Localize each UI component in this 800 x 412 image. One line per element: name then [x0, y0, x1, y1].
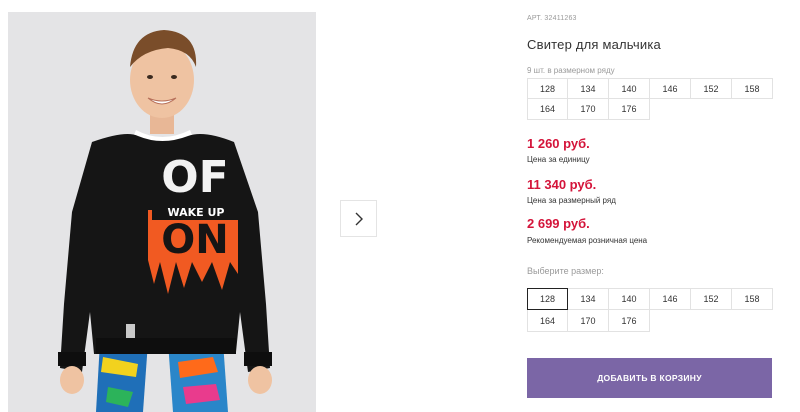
sweater-print-bottom: ON: [161, 217, 229, 263]
pack-size-cell: 152: [691, 78, 732, 99]
gallery-next-button[interactable]: [340, 200, 377, 237]
pack-size-cell: 134: [568, 78, 609, 99]
pack-size-note: 9 шт. в размерном ряду: [527, 66, 615, 75]
size-option-140[interactable]: 140: [609, 288, 650, 310]
add-to-cart-button[interactable]: ДОБАВИТЬ В КОРЗИНУ: [527, 358, 772, 398]
unit-price-label: Цена за единицу: [527, 155, 590, 164]
pack-price-label: Цена за размерный ряд: [527, 196, 616, 205]
pack-size-cell: 164: [527, 99, 568, 120]
product-photo[interactable]: OF WAKE UP ON: [8, 12, 316, 412]
product-title: Свитер для мальчика: [527, 37, 661, 52]
pack-size-cell: 128: [527, 78, 568, 99]
pack-price: 11 340 руб.: [527, 177, 597, 192]
retail-price-label: Рекомендуемая розничная цена: [527, 236, 648, 245]
article-number: АРТ. 32411263: [527, 15, 577, 22]
size-option-146[interactable]: 146: [650, 288, 691, 310]
size-option-164[interactable]: 164: [527, 310, 568, 332]
size-option-152[interactable]: 152: [691, 288, 732, 310]
retail-price: 2 699 руб.: [527, 216, 590, 231]
chevron-right-icon: [355, 212, 363, 225]
size-option-176[interactable]: 176: [609, 310, 650, 332]
size-option-158[interactable]: 158: [732, 288, 773, 310]
product-gallery: OF WAKE UP ON: [0, 0, 500, 412]
size-option-128[interactable]: 128: [527, 288, 568, 310]
pack-size-cell: 158: [732, 78, 773, 99]
pack-size-cell: 146: [650, 78, 691, 99]
size-select-label: Выберите размер:: [527, 266, 604, 276]
pack-size-cell: 140: [609, 78, 650, 99]
pack-size-cell: 170: [568, 99, 609, 120]
unit-price: 1 260 руб.: [527, 136, 590, 151]
size-option-170[interactable]: 170: [568, 310, 609, 332]
pack-sizes-grid: 128 134 140 146 152 158 164 170 176: [527, 78, 773, 120]
sweater-print-top: OF: [161, 152, 229, 203]
size-selector-grid: 128 134 140 146 152 158 164 170 176: [527, 288, 773, 332]
pack-size-cell: 176: [609, 99, 650, 120]
size-option-134[interactable]: 134: [568, 288, 609, 310]
